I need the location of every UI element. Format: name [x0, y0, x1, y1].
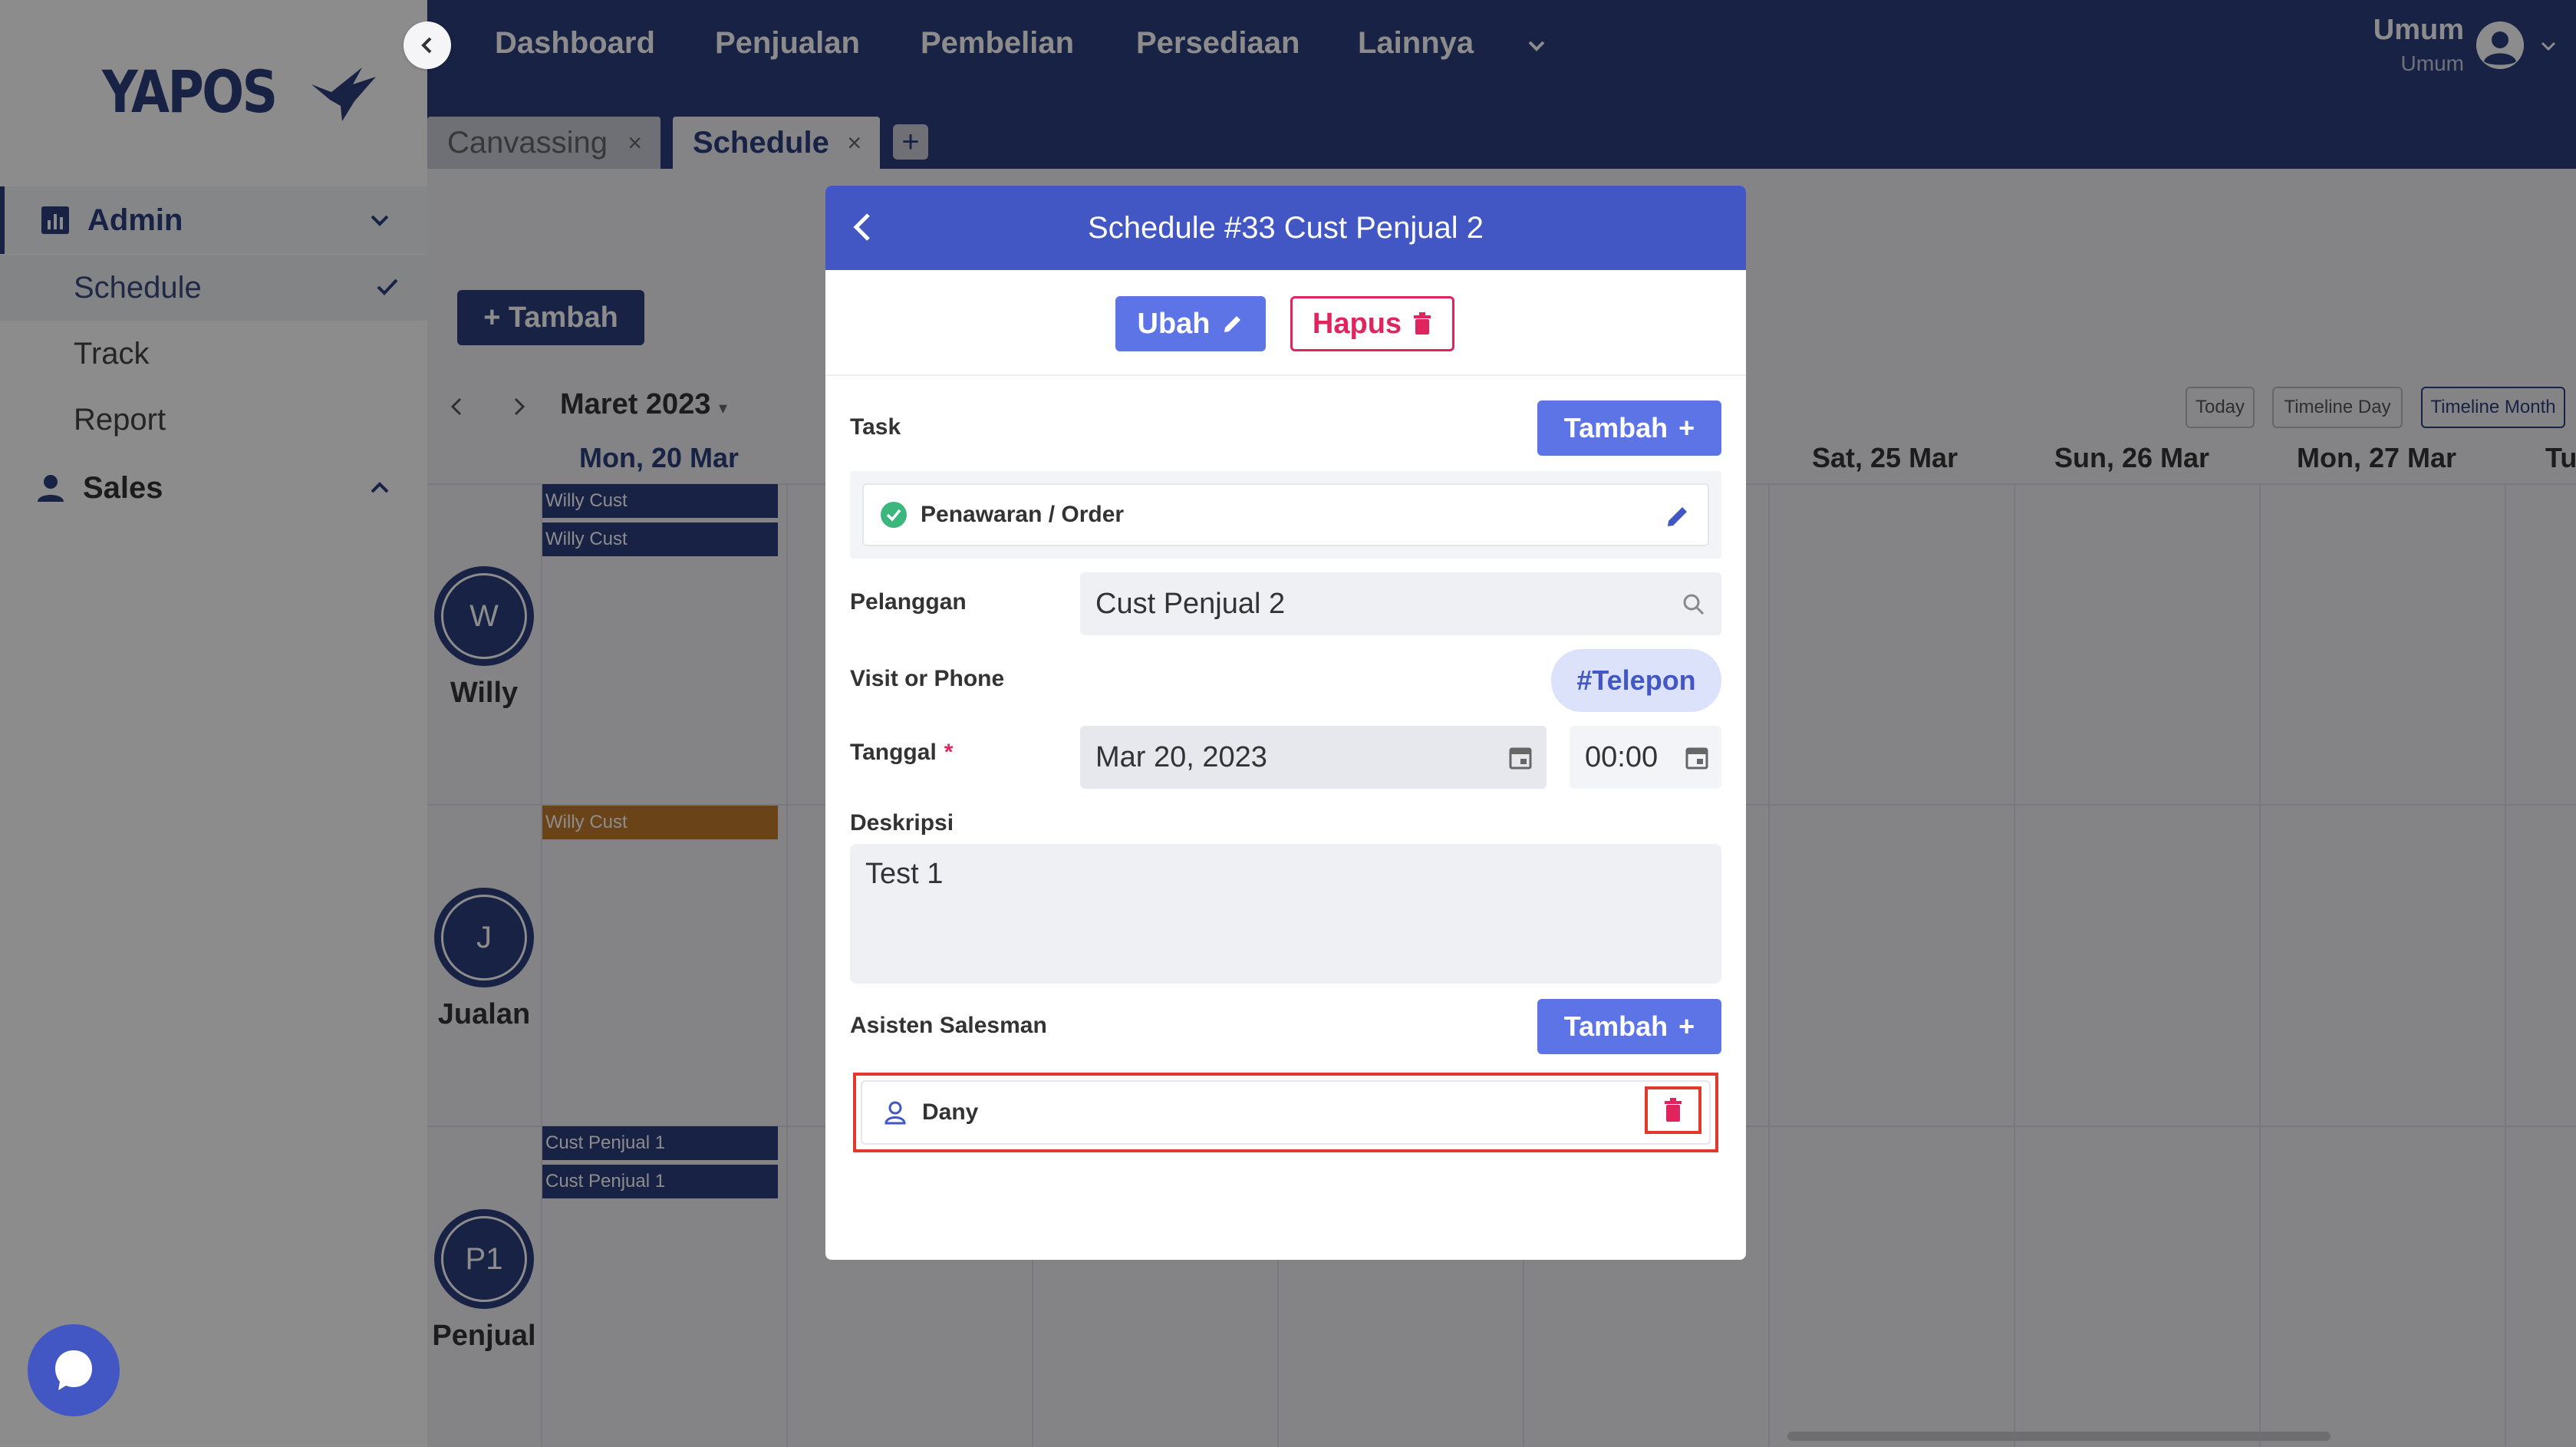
chevron-left-icon	[421, 37, 432, 54]
required-marker: *	[944, 740, 954, 765]
edit-button[interactable]: Ubah	[1115, 296, 1266, 351]
trash-icon	[1665, 1098, 1682, 1122]
delete-assistant-button[interactable]	[1645, 1086, 1701, 1134]
add-task-button[interactable]: Tambah +	[1537, 400, 1721, 456]
task-name: Penawaran / Order	[921, 502, 1125, 527]
visit-or-phone-label: Visit or Phone	[850, 666, 1005, 691]
delete-button[interactable]: Hapus	[1290, 296, 1454, 351]
date-input[interactable]: Mar 20, 2023	[1080, 726, 1547, 789]
deskripsi-label: Deskripsi	[850, 810, 954, 836]
visit-type-tag[interactable]: #Telepon	[1551, 649, 1721, 712]
customer-input[interactable]: Cust Penjual 2	[1080, 572, 1721, 635]
description-textarea[interactable]: Test 1	[850, 844, 1721, 984]
calendar-icon[interactable]	[1685, 744, 1709, 770]
chat-widget-button[interactable]	[28, 1324, 120, 1416]
modal-title: Schedule #33 Cust Penjual 2	[1088, 210, 1484, 245]
add-assistant-button[interactable]: Tambah +	[1537, 999, 1721, 1054]
asisten-salesman-label: Asisten Salesman	[850, 1013, 1047, 1038]
assistant-item[interactable]: Dany	[861, 1080, 1711, 1145]
modal-header: Schedule #33 Cust Penjual 2	[825, 186, 1746, 270]
trash-icon	[1414, 312, 1431, 335]
plus-icon: +	[1678, 412, 1695, 443]
check-circle-icon	[881, 502, 907, 528]
pencil-icon[interactable]	[1665, 503, 1691, 529]
pencil-icon	[1224, 316, 1240, 332]
chat-icon	[55, 1350, 92, 1390]
schedule-detail-modal: Schedule #33 Cust Penjual 2 Ubah Hapus T…	[825, 186, 1746, 1260]
sidebar-collapse-button[interactable]	[404, 21, 451, 69]
plus-icon: +	[1678, 1010, 1695, 1042]
assistant-list-highlight: Dany	[853, 1073, 1718, 1152]
calendar-icon[interactable]	[1508, 744, 1533, 770]
pelanggan-label: Pelanggan	[850, 589, 967, 615]
assistant-name: Dany	[922, 1099, 979, 1125]
task-list: Penawaran / Order	[850, 471, 1721, 559]
tanggal-label: Tanggal *	[850, 740, 954, 765]
task-label: Task	[850, 414, 901, 440]
user-outline-icon	[884, 1101, 906, 1125]
divider	[825, 374, 1746, 376]
search-icon[interactable]	[1682, 592, 1706, 617]
time-input[interactable]: 00:00	[1570, 726, 1721, 789]
chevron-left-icon[interactable]	[844, 207, 884, 247]
task-item[interactable]: Penawaran / Order	[862, 483, 1709, 546]
